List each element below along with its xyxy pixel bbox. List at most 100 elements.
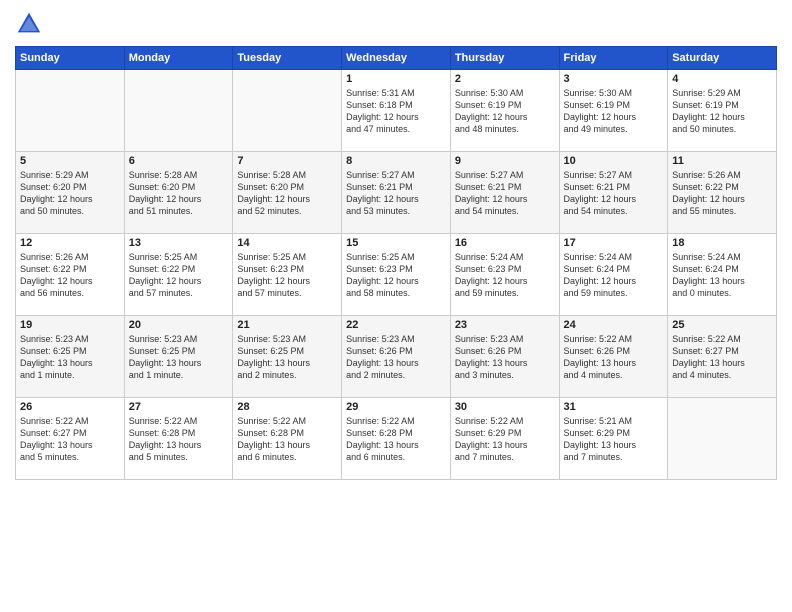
day-info: Sunrise: 5:24 AM Sunset: 6:24 PM Dayligh…	[564, 251, 664, 300]
day-info: Sunrise: 5:24 AM Sunset: 6:23 PM Dayligh…	[455, 251, 555, 300]
day-cell: 13 Sunrise: 5:25 AM Sunset: 6:22 PM Dayli…	[124, 234, 233, 316]
day-info: Sunrise: 5:22 AM Sunset: 6:27 PM Dayligh…	[672, 333, 772, 382]
day-number: 24	[564, 319, 664, 331]
day-info: Sunrise: 5:26 AM Sunset: 6:22 PM Dayligh…	[672, 169, 772, 218]
day-info: Sunrise: 5:30 AM Sunset: 6:19 PM Dayligh…	[455, 87, 555, 136]
day-cell	[16, 70, 125, 152]
day-info: Sunrise: 5:23 AM Sunset: 6:26 PM Dayligh…	[346, 333, 446, 382]
day-cell: 3 Sunrise: 5:30 AM Sunset: 6:19 PM Daylig…	[559, 70, 668, 152]
day-cell: 25 Sunrise: 5:22 AM Sunset: 6:27 PM Dayli…	[668, 316, 777, 398]
day-number: 12	[20, 237, 120, 249]
day-cell: 7 Sunrise: 5:28 AM Sunset: 6:20 PM Daylig…	[233, 152, 342, 234]
header-cell-friday: Friday	[559, 47, 668, 70]
calendar-body: 1 Sunrise: 5:31 AM Sunset: 6:18 PM Daylig…	[16, 70, 777, 480]
day-info: Sunrise: 5:22 AM Sunset: 6:28 PM Dayligh…	[237, 415, 337, 464]
day-number: 5	[20, 155, 120, 167]
day-cell: 2 Sunrise: 5:30 AM Sunset: 6:19 PM Daylig…	[450, 70, 559, 152]
logo	[15, 10, 47, 38]
day-number: 27	[129, 401, 229, 413]
day-cell: 28 Sunrise: 5:22 AM Sunset: 6:28 PM Dayli…	[233, 398, 342, 480]
day-info: Sunrise: 5:31 AM Sunset: 6:18 PM Dayligh…	[346, 87, 446, 136]
day-number: 9	[455, 155, 555, 167]
day-cell: 29Sunrise: 5:22 AM Sunset: 6:28 PM Dayli…	[342, 398, 451, 480]
header-cell-thursday: Thursday	[450, 47, 559, 70]
day-cell: 8 Sunrise: 5:27 AM Sunset: 6:21 PM Daylig…	[342, 152, 451, 234]
day-number: 4	[672, 73, 772, 85]
day-cell: 12Sunrise: 5:26 AM Sunset: 6:22 PM Dayli…	[16, 234, 125, 316]
day-cell: 22 Sunrise: 5:23 AM Sunset: 6:26 PM Dayli…	[342, 316, 451, 398]
day-number: 8	[346, 155, 446, 167]
week-row-3: 19 Sunrise: 5:23 AM Sunset: 6:25 PM Dayli…	[16, 316, 777, 398]
day-number: 21	[237, 319, 337, 331]
day-info: Sunrise: 5:23 AM Sunset: 6:25 PM Dayligh…	[129, 333, 229, 382]
day-cell: 11Sunrise: 5:26 AM Sunset: 6:22 PM Dayli…	[668, 152, 777, 234]
day-info: Sunrise: 5:25 AM Sunset: 6:22 PM Dayligh…	[129, 251, 229, 300]
header-cell-tuesday: Tuesday	[233, 47, 342, 70]
day-info: Sunrise: 5:23 AM Sunset: 6:25 PM Dayligh…	[237, 333, 337, 382]
header-cell-wednesday: Wednesday	[342, 47, 451, 70]
day-cell: 24 Sunrise: 5:22 AM Sunset: 6:26 PM Dayli…	[559, 316, 668, 398]
day-cell: 17Sunrise: 5:24 AM Sunset: 6:24 PM Dayli…	[559, 234, 668, 316]
calendar-table: SundayMondayTuesdayWednesdayThursdayFrid…	[15, 46, 777, 480]
day-info: Sunrise: 5:22 AM Sunset: 6:29 PM Dayligh…	[455, 415, 555, 464]
day-info: Sunrise: 5:24 AM Sunset: 6:24 PM Dayligh…	[672, 251, 772, 300]
day-info: Sunrise: 5:23 AM Sunset: 6:25 PM Dayligh…	[20, 333, 120, 382]
day-info: Sunrise: 5:22 AM Sunset: 6:28 PM Dayligh…	[346, 415, 446, 464]
day-number: 22	[346, 319, 446, 331]
week-row-0: 1 Sunrise: 5:31 AM Sunset: 6:18 PM Daylig…	[16, 70, 777, 152]
day-number: 19	[20, 319, 120, 331]
day-info: Sunrise: 5:30 AM Sunset: 6:19 PM Dayligh…	[564, 87, 664, 136]
day-info: Sunrise: 5:27 AM Sunset: 6:21 PM Dayligh…	[346, 169, 446, 218]
day-number: 23	[455, 319, 555, 331]
header-cell-monday: Monday	[124, 47, 233, 70]
day-cell: 9Sunrise: 5:27 AM Sunset: 6:21 PM Daylig…	[450, 152, 559, 234]
day-info: Sunrise: 5:22 AM Sunset: 6:26 PM Dayligh…	[564, 333, 664, 382]
day-number: 7	[237, 155, 337, 167]
week-row-1: 5 Sunrise: 5:29 AM Sunset: 6:20 PM Daylig…	[16, 152, 777, 234]
day-info: Sunrise: 5:25 AM Sunset: 6:23 PM Dayligh…	[237, 251, 337, 300]
day-cell: 10Sunrise: 5:27 AM Sunset: 6:21 PM Dayli…	[559, 152, 668, 234]
day-cell: 27 Sunrise: 5:22 AM Sunset: 6:28 PM Dayli…	[124, 398, 233, 480]
day-number: 14	[237, 237, 337, 249]
day-cell: 15Sunrise: 5:25 AM Sunset: 6:23 PM Dayli…	[342, 234, 451, 316]
day-number: 3	[564, 73, 664, 85]
logo-icon	[15, 10, 43, 38]
day-cell	[124, 70, 233, 152]
day-cell	[668, 398, 777, 480]
day-info: Sunrise: 5:22 AM Sunset: 6:28 PM Dayligh…	[129, 415, 229, 464]
day-info: Sunrise: 5:27 AM Sunset: 6:21 PM Dayligh…	[564, 169, 664, 218]
day-info: Sunrise: 5:29 AM Sunset: 6:20 PM Dayligh…	[20, 169, 120, 218]
day-info: Sunrise: 5:29 AM Sunset: 6:19 PM Dayligh…	[672, 87, 772, 136]
day-number: 16	[455, 237, 555, 249]
day-cell: 1 Sunrise: 5:31 AM Sunset: 6:18 PM Daylig…	[342, 70, 451, 152]
day-info: Sunrise: 5:21 AM Sunset: 6:29 PM Dayligh…	[564, 415, 664, 464]
day-number: 25	[672, 319, 772, 331]
day-number: 30	[455, 401, 555, 413]
day-cell	[233, 70, 342, 152]
day-cell: 21 Sunrise: 5:23 AM Sunset: 6:25 PM Dayli…	[233, 316, 342, 398]
day-cell: 16 Sunrise: 5:24 AM Sunset: 6:23 PM Dayli…	[450, 234, 559, 316]
day-cell: 4 Sunrise: 5:29 AM Sunset: 6:19 PM Daylig…	[668, 70, 777, 152]
day-cell: 5 Sunrise: 5:29 AM Sunset: 6:20 PM Daylig…	[16, 152, 125, 234]
day-cell: 31 Sunrise: 5:21 AM Sunset: 6:29 PM Dayli…	[559, 398, 668, 480]
day-cell: 20 Sunrise: 5:23 AM Sunset: 6:25 PM Dayli…	[124, 316, 233, 398]
page-header	[15, 10, 777, 38]
day-cell: 19 Sunrise: 5:23 AM Sunset: 6:25 PM Dayli…	[16, 316, 125, 398]
day-number: 26	[20, 401, 120, 413]
day-cell: 30 Sunrise: 5:22 AM Sunset: 6:29 PM Dayli…	[450, 398, 559, 480]
day-number: 28	[237, 401, 337, 413]
day-number: 15	[346, 237, 446, 249]
day-number: 6	[129, 155, 229, 167]
day-info: Sunrise: 5:28 AM Sunset: 6:20 PM Dayligh…	[237, 169, 337, 218]
day-cell: 23 Sunrise: 5:23 AM Sunset: 6:26 PM Dayli…	[450, 316, 559, 398]
day-cell: 18 Sunrise: 5:24 AM Sunset: 6:24 PM Dayli…	[668, 234, 777, 316]
day-number: 2	[455, 73, 555, 85]
header-cell-sunday: Sunday	[16, 47, 125, 70]
day-number: 20	[129, 319, 229, 331]
day-number: 1	[346, 73, 446, 85]
day-cell: 14 Sunrise: 5:25 AM Sunset: 6:23 PM Dayli…	[233, 234, 342, 316]
day-number: 13	[129, 237, 229, 249]
day-info: Sunrise: 5:23 AM Sunset: 6:26 PM Dayligh…	[455, 333, 555, 382]
day-number: 18	[672, 237, 772, 249]
day-number: 31	[564, 401, 664, 413]
